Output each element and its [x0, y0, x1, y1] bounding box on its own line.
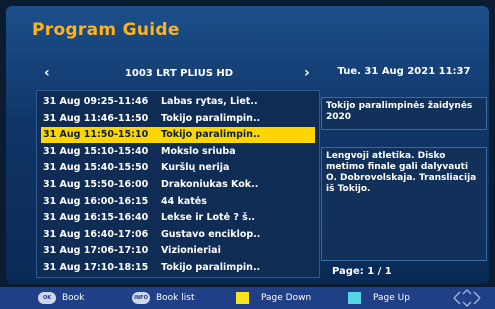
navigation-arrows-icon — [453, 289, 481, 307]
program-name: Lekse ir Lotė ? š.. — [161, 212, 256, 224]
program-row[interactable]: 31 Aug 16:40-17:06 Gustavo enciklop.. — [41, 227, 315, 243]
program-name: Kuršlų nerija — [161, 162, 230, 174]
footer-hint-bar: OK Book INFO Book list Page Down Page Up — [0, 287, 495, 309]
cyan-key-icon — [348, 291, 361, 304]
program-row[interactable]: 31 Aug 17:10-18:15 Tokijo paralimpin.. — [41, 260, 315, 276]
program-time: 31 Aug 16:40-17:06 — [43, 228, 149, 240]
program-name: Drakoniukas Kok.. — [161, 179, 259, 190]
program-time: 31 Aug 15:40-15:50 — [43, 162, 149, 174]
program-row[interactable]: 31 Aug 11:50-15:10 Tokijo paralimpin.. — [41, 127, 315, 144]
program-name: Tokijo paralimpin.. — [161, 112, 261, 124]
program-time: 31 Aug 11:46-11:50 — [43, 112, 149, 124]
program-row[interactable]: 31 Aug 15:50-16:00 Drakoniukas Kok.. — [41, 177, 315, 193]
page-down-hint[interactable]: Page Down — [236, 287, 311, 309]
current-datetime: Tue. 31 Aug 2021 11:37 — [337, 66, 471, 77]
program-time: 31 Aug 16:00-16:15 — [43, 195, 149, 207]
program-row[interactable]: 31 Aug 16:00-16:15 44 katės — [41, 194, 315, 210]
book-list-label: Book list — [156, 293, 195, 303]
yellow-key-icon — [236, 291, 249, 304]
book-hint[interactable]: OK Book — [38, 287, 84, 309]
program-title-box: Tokijo paralimpinės žaidynės 2020 — [321, 97, 487, 130]
program-row[interactable]: 31 Aug 11:46-11:50 Tokijo paralimpin.. — [41, 111, 315, 127]
program-name: Mokslo sriuba — [161, 145, 236, 157]
page-indicator: Page: 1 / 1 — [332, 266, 392, 277]
program-time: 31 Aug 15:50-16:00 — [43, 179, 149, 190]
program-row[interactable]: 31 Aug 15:10-15:40 Mokslo sriuba — [41, 144, 315, 160]
program-row[interactable]: 31 Aug 16:15-16:40 Lekse ir Lotė ? š.. — [41, 210, 315, 226]
program-time: 31 Aug 11:50-15:10 — [43, 129, 149, 141]
ok-button-icon: OK — [38, 291, 56, 304]
page-down-label: Page Down — [261, 293, 312, 303]
program-name: Labas rytas, Liet.. — [161, 96, 258, 107]
program-name: Tokijo paralimpin.. — [161, 129, 261, 141]
program-time: 31 Aug 09:25-11:46 — [43, 96, 149, 107]
chevron-right-icon[interactable]: › — [304, 66, 310, 80]
book-list-hint[interactable]: INFO Book list — [132, 287, 194, 309]
program-time: 31 Aug 16:15-16:40 — [43, 212, 149, 224]
program-guide-screen: Program Guide ‹ 1003 LRT PLIUS HD › Tue.… — [6, 6, 489, 284]
page-title: Program Guide — [32, 20, 180, 40]
channel-selector[interactable]: ‹ 1003 LRT PLIUS HD › — [36, 63, 322, 85]
program-list: 31 Aug 09:25-11:46 Labas rytas, Liet.. 31 … — [36, 90, 320, 278]
program-row[interactable]: 31 Aug 17:06-17:10 Vizionieriai — [41, 243, 315, 259]
info-button-icon: INFO — [132, 291, 150, 304]
program-name: Gustavo enciklop.. — [161, 228, 261, 240]
program-time: 31 Aug 17:06-17:10 — [43, 245, 149, 257]
program-description-box: Lengvoji atletika. Disko metimo finale g… — [321, 147, 487, 261]
channel-name: 1003 LRT PLIUS HD — [124, 68, 234, 79]
program-name: Vizionieriai — [161, 245, 221, 257]
program-time: 31 Aug 17:10-18:15 — [43, 262, 149, 273]
program-row[interactable]: 31 Aug 15:40-15:50 Kuršlų nerija — [41, 160, 315, 176]
program-row[interactable]: 31 Aug 09:25-11:46 Labas rytas, Liet.. — [41, 94, 315, 110]
program-time: 31 Aug 15:10-15:40 — [43, 145, 149, 157]
book-label: Book — [62, 293, 85, 303]
page-up-hint[interactable]: Page Up — [348, 287, 410, 309]
page-up-label: Page Up — [373, 293, 410, 303]
program-name: Tokijo paralimpin.. — [161, 262, 261, 273]
program-name: 44 katės — [161, 195, 207, 207]
